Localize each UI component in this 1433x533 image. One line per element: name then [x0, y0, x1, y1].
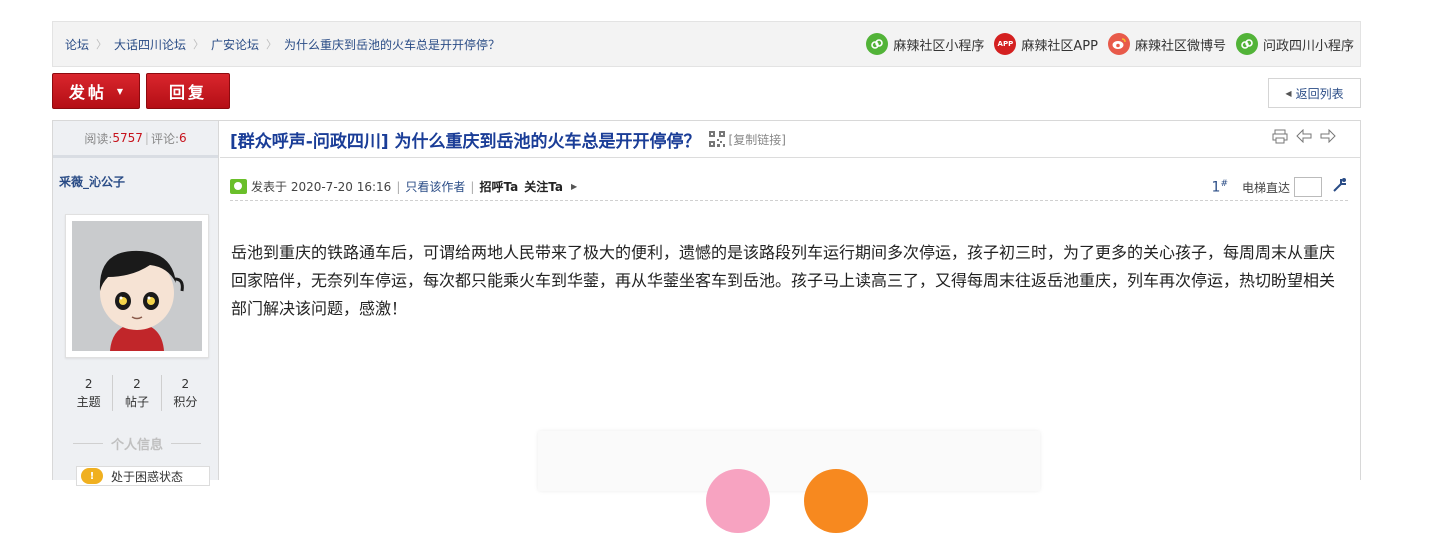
thread-container: 阅读: 5757 | 评论: 6 釆薇_沁公子 2 主题 2 帖子 2 积分 个…	[52, 120, 1361, 533]
caret-down-icon: ▼	[116, 86, 124, 96]
author-stats: 2 主题 2 帖子 2 积分	[65, 375, 209, 411]
quicklink-label: 麻辣社区APP	[1021, 38, 1098, 54]
online-status-icon	[230, 179, 247, 194]
thread-title-row: [群众呼声-问政四川] 为什么重庆到岳池的火车总是开开停停？ [复制链接]	[220, 121, 1360, 158]
chevron-right-icon: 〉	[193, 38, 205, 51]
quicklink-wenzheng[interactable]: 问政四川小程序	[1235, 33, 1354, 55]
app-icon: APP	[994, 33, 1017, 55]
avatar-image	[72, 221, 202, 351]
stat-label: 帖子	[124, 395, 149, 409]
follow-button[interactable]: 关注Ta	[524, 178, 563, 195]
new-post-button[interactable]: 发帖 ▼	[52, 73, 140, 109]
back-to-list-button[interactable]: ◀ 返回列表	[1268, 78, 1361, 108]
new-post-label: 发帖	[68, 83, 107, 102]
quicklink-app[interactable]: APP 麻辣社区APP	[994, 33, 1098, 55]
wechat-mini-program-icon	[866, 33, 889, 55]
quicklink-label: 麻辣社区微博号	[1134, 38, 1226, 54]
divider: |	[470, 179, 475, 194]
breadcrumb-item-current-thread[interactable]: 为什么重庆到岳池的火车总是开开停停？	[284, 36, 500, 53]
user-status-badge: ! 处于困惑状态	[76, 466, 210, 486]
divider	[171, 443, 202, 444]
author-name[interactable]: 釆薇_沁公子	[53, 158, 218, 190]
floor-number[interactable]: 1#	[1212, 179, 1228, 196]
avatar[interactable]	[65, 214, 209, 358]
next-thread-icon[interactable]	[1320, 128, 1336, 148]
reply-button[interactable]: 回复	[146, 73, 230, 109]
stat-points[interactable]: 2 积分	[160, 375, 209, 411]
posted-time: 发表于 2020-7-20 16:16	[251, 180, 392, 194]
quicklink-label: 问政四川小程序	[1262, 38, 1354, 54]
comments-label: 评论:	[150, 131, 180, 146]
orange-circle-graphic	[804, 469, 868, 533]
stat-posts[interactable]: 2 帖子	[112, 375, 160, 411]
copy-link-button[interactable]: [复制链接]	[729, 131, 786, 148]
breadcrumb-item-dahua-sichuan[interactable]: 大话四川论坛	[114, 36, 186, 53]
wechat-mini-program-icon	[1235, 33, 1258, 55]
thread-content: [群众呼声-问政四川] 为什么重庆到岳池的火车总是开开停停？ [复制链接] 发表…	[220, 121, 1360, 533]
weibo-icon	[1107, 33, 1130, 55]
divider: |	[396, 179, 401, 194]
thread-tools	[1272, 128, 1336, 148]
status-badge-label: 处于困惑状态	[111, 469, 184, 484]
thread-stats: 阅读: 5757 | 评论: 6	[53, 121, 218, 158]
stat-threads[interactable]: 2 主题	[65, 375, 112, 411]
previous-thread-icon[interactable]	[1296, 128, 1312, 148]
breadcrumb-bar: 论坛 〉 大话四川论坛 〉 广安论坛 〉 为什么重庆到岳池的火车总是开开停停？ …	[52, 21, 1361, 67]
breadcrumb-item-forum[interactable]: 论坛	[65, 36, 89, 53]
post-body: 岳池到重庆的铁路通车后，可谓给两地人民带来了极大的便利，遗憾的是该路段列车运行期…	[231, 243, 1336, 318]
print-icon[interactable]	[1272, 129, 1288, 148]
breadcrumb: 论坛 〉 大话四川论坛 〉 广安论坛 〉 为什么重庆到岳池的火车总是开开停停？	[65, 22, 500, 66]
views-count: 5757	[112, 131, 143, 145]
pink-circle-graphic	[706, 469, 770, 533]
caret-left-icon: ◀	[1285, 88, 1292, 98]
qr-code-icon[interactable]	[708, 131, 725, 147]
stat-value: 2	[84, 377, 93, 391]
divider	[73, 443, 103, 444]
greet-button[interactable]: 招呼Ta	[479, 178, 518, 195]
stat-label: 积分	[173, 395, 198, 409]
floor-mark: #	[1220, 178, 1228, 189]
reply-label: 回复	[168, 83, 207, 102]
back-to-list-label: 返回列表	[1295, 86, 1344, 101]
breadcrumb-item-guangan[interactable]: 广安论坛	[211, 36, 259, 53]
views-label: 阅读:	[84, 131, 113, 146]
only-author-link[interactable]: 只看该作者	[405, 178, 465, 195]
quicklink-label: 麻辣社区小程序	[893, 38, 985, 54]
floor-nav: 1# 电梯直达	[1212, 173, 1348, 201]
quicklinks: 麻辣社区小程序 APP 麻辣社区APP 麻辣社区微博号 问政四川小程序	[866, 22, 1354, 66]
divider: |	[144, 131, 149, 145]
personal-info-label: 个人信息	[111, 438, 164, 453]
chevron-right-icon: 〉	[266, 38, 278, 51]
floor-jump-input[interactable]	[1294, 177, 1322, 197]
author-sidebar: 阅读: 5757 | 评论: 6 釆薇_沁公子 2 主题 2 帖子 2 积分 个…	[53, 121, 219, 486]
personal-info-heading: 个人信息	[65, 434, 209, 453]
quicklink-mini-program[interactable]: 麻辣社区小程序	[866, 33, 984, 55]
jump-go-icon[interactable]	[1332, 177, 1348, 197]
quicklink-weibo[interactable]: 麻辣社区微博号	[1107, 33, 1226, 55]
jump-label: 电梯直达	[1241, 180, 1290, 195]
caret-right-icon[interactable]: ▶	[571, 182, 577, 191]
stat-label: 主题	[76, 395, 101, 409]
embedded-card[interactable]	[538, 431, 1040, 533]
chevron-right-icon: 〉	[96, 38, 108, 51]
status-badge-icon: !	[81, 468, 103, 484]
comments-count: 6	[179, 131, 187, 145]
post-meta: 发表于 2020-7-20 16:16 | 只看该作者 | 招呼Ta 关注Ta …	[230, 173, 1348, 201]
stat-value: 2	[133, 377, 141, 391]
thread-title: [群众呼声-问政四川] 为什么重庆到岳池的火车总是开开停停？	[230, 131, 701, 152]
stat-value: 2	[181, 377, 190, 391]
